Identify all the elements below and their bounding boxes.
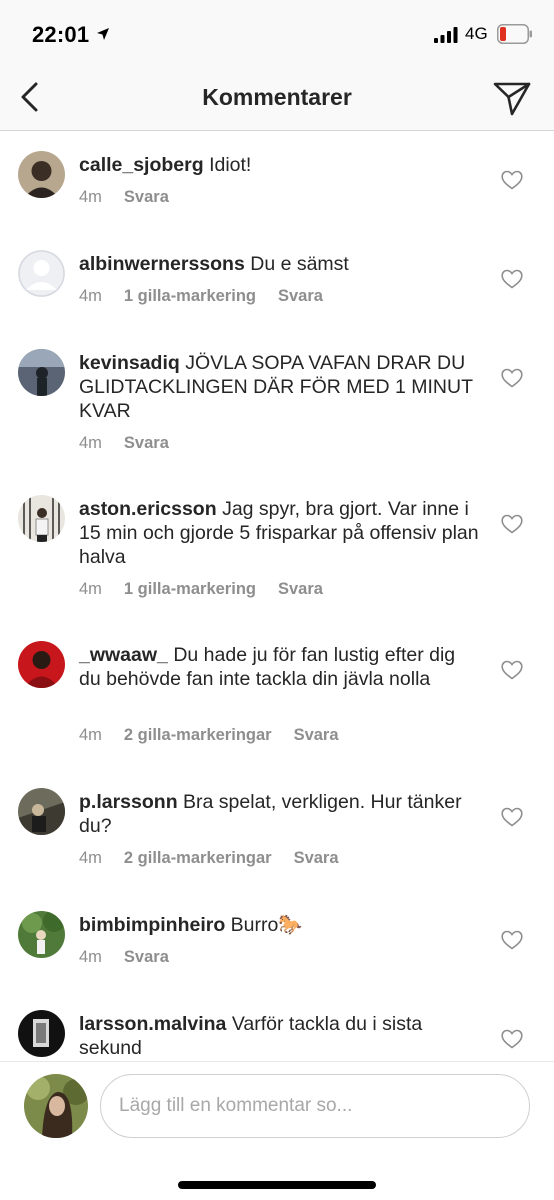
heart-icon[interactable] <box>501 660 523 680</box>
comment-time: 4m <box>79 287 102 305</box>
comment-text: albinwernerssons Du e sämst <box>79 252 479 276</box>
comment-meta: 4m Svara <box>79 434 191 453</box>
heart-icon[interactable] <box>501 368 523 388</box>
current-user-avatar <box>24 1074 88 1138</box>
comment-body: Idiot! <box>209 154 252 176</box>
comment-username[interactable]: calle_sjoberg <box>79 154 204 176</box>
comment-username[interactable]: kevinsadiq <box>79 352 180 374</box>
paper-plane-icon[interactable] <box>492 78 532 118</box>
heart-icon[interactable] <box>501 269 523 289</box>
comment-body: Burro🐎 <box>230 914 303 936</box>
avatar[interactable] <box>18 911 65 958</box>
comment-input[interactable] <box>100 1074 530 1138</box>
comment-time: 4m <box>79 580 102 598</box>
avatar[interactable] <box>18 349 65 396</box>
comment-time: 4m <box>79 948 102 966</box>
avatar[interactable] <box>18 641 65 688</box>
network-type: 4G <box>465 24 488 43</box>
status-bar: 22:01 4G <box>0 0 554 66</box>
comment-text: p.larssonn Bra spelat, verkligen. Hur tä… <box>79 790 479 838</box>
heart-icon[interactable] <box>501 514 523 534</box>
likes-count[interactable]: 2 gilla-markeringar <box>124 849 272 867</box>
comment-meta: 4m 1 gilla-markering Svara <box>79 287 345 306</box>
comment-username[interactable]: aston.ericsson <box>79 498 217 520</box>
comment-meta: 4m 1 gilla-markering Svara <box>79 580 345 599</box>
reply-button[interactable]: Svara <box>294 726 339 744</box>
avatar[interactable] <box>18 1010 65 1057</box>
comment-time: 4m <box>79 726 102 744</box>
reply-button[interactable]: Svara <box>278 287 323 305</box>
avatar[interactable] <box>18 495 65 542</box>
comment-body: Du e sämst <box>250 253 349 275</box>
comments-list[interactable]: calle_sjoberg Idiot! 4m Svara albinwerner… <box>0 131 554 1061</box>
likes-count[interactable]: 1 gilla-markering <box>124 580 256 598</box>
comment-meta: 4m 2 gilla-markeringar Svara <box>79 726 361 745</box>
comment-text: larsson.malvina Varför tackla du i sista… <box>79 1012 479 1060</box>
comment-text: _wwaaw_ Du hade ju för fan lustig efter … <box>79 643 479 691</box>
status-time: 22:01 <box>32 22 90 47</box>
avatar[interactable] <box>18 788 65 835</box>
comment-meta: 4m 2 gilla-markeringar Svara <box>79 849 361 868</box>
avatar[interactable] <box>18 250 65 297</box>
comment-meta: 4m Svara <box>79 948 191 967</box>
comment-username[interactable]: larsson.malvina <box>79 1013 226 1035</box>
comment-time: 4m <box>79 434 102 452</box>
reply-button[interactable]: Svara <box>124 434 169 452</box>
comment-text: aston.ericsson Jag spyr, bra gjort. Var … <box>79 497 479 569</box>
page-title: Kommentarer <box>202 84 352 110</box>
comment-time: 4m <box>79 849 102 867</box>
likes-count[interactable]: 1 gilla-markering <box>124 287 256 305</box>
heart-icon[interactable] <box>501 930 523 950</box>
comment-time: 4m <box>79 188 102 206</box>
reply-button[interactable]: Svara <box>278 580 323 598</box>
battery-level <box>500 27 506 41</box>
likes-count[interactable]: 2 gilla-markeringar <box>124 726 272 744</box>
location-arrow-icon <box>97 28 109 40</box>
comment-username[interactable]: bimbimpinheiro <box>79 914 225 936</box>
comment-username[interactable]: _wwaaw_ <box>79 644 168 666</box>
heart-icon[interactable] <box>501 1029 523 1049</box>
comment-text: bimbimpinheiro Burro🐎 <box>79 913 479 937</box>
comment-username[interactable]: albinwernerssons <box>79 253 245 275</box>
comment-text: kevinsadiq JÖVLA SOPA VAFAN DRAR DU GLID… <box>79 351 479 423</box>
avatar[interactable] <box>18 151 65 198</box>
heart-icon[interactable] <box>501 170 523 190</box>
comment-username[interactable]: p.larssonn <box>79 791 178 813</box>
navigation-bar: Kommentarer <box>0 66 554 131</box>
comment-composer <box>0 1061 554 1200</box>
comment-meta: 4m Svara <box>79 188 191 207</box>
battery-low-icon <box>497 24 532 44</box>
top-area: 22:01 4G Kommentarer <box>0 0 554 131</box>
reply-button[interactable]: Svara <box>124 948 169 966</box>
home-indicator[interactable] <box>178 1181 376 1189</box>
reply-button[interactable]: Svara <box>294 849 339 867</box>
comment-text: calle_sjoberg Idiot! <box>79 153 479 177</box>
heart-icon[interactable] <box>501 807 523 827</box>
cellular-signal-icon <box>434 27 458 43</box>
reply-button[interactable]: Svara <box>124 188 169 206</box>
